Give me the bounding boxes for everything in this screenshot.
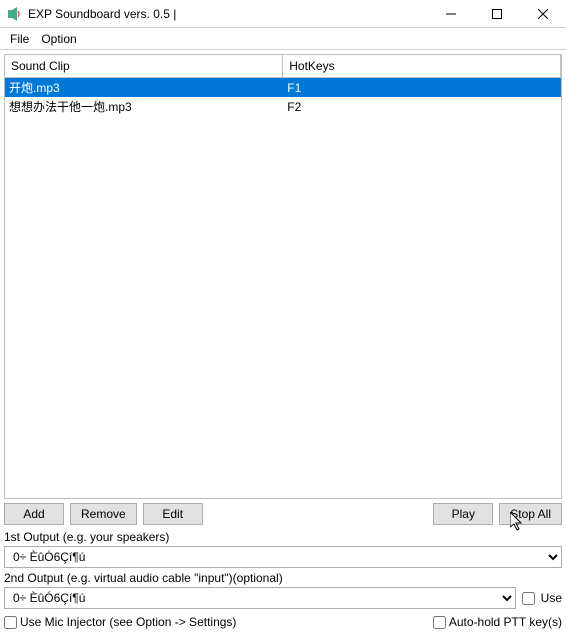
sound-table-container: Sound Clip HotKeys 开炮.mp3F1想想办法干他一炮.mp3F… xyxy=(4,54,562,499)
cell-hotkey: F1 xyxy=(283,78,561,98)
column-header-sound[interactable]: Sound Clip xyxy=(5,55,283,78)
output2-use-checkbox[interactable] xyxy=(522,592,535,605)
menu-option[interactable]: Option xyxy=(35,30,82,48)
output2-use-wrap[interactable]: Use xyxy=(522,591,562,605)
ptt-wrap[interactable]: Auto-hold PTT key(s) xyxy=(433,615,562,629)
add-button[interactable]: Add xyxy=(4,503,64,525)
table-row[interactable]: 想想办法干他一炮.mp3F2 xyxy=(5,97,561,116)
cell-sound: 想想办法干他一炮.mp3 xyxy=(5,97,283,116)
ptt-checkbox[interactable] xyxy=(433,616,446,629)
menu-file[interactable]: File xyxy=(4,30,35,48)
button-row: Add Remove Edit Play Stop All xyxy=(4,499,562,527)
ptt-label: Auto-hold PTT key(s) xyxy=(449,615,562,629)
close-button[interactable] xyxy=(520,0,566,28)
output2-select[interactable]: 0÷ ÈûÓ6Çí¶ú xyxy=(4,587,516,609)
edit-button[interactable]: Edit xyxy=(143,503,203,525)
cell-sound: 开炮.mp3 xyxy=(5,78,283,98)
titlebar: EXP Soundboard vers. 0.5 | xyxy=(0,0,566,28)
output1-select[interactable]: 0÷ ÈûÓ6Çí¶ú xyxy=(4,546,562,568)
mic-injector-checkbox[interactable] xyxy=(4,616,17,629)
output2-label: 2nd Output (e.g. virtual audio cable "in… xyxy=(4,568,562,587)
app-icon xyxy=(6,6,22,22)
minimize-button[interactable] xyxy=(428,0,474,28)
output1-label: 1st Output (e.g. your speakers) xyxy=(4,527,562,546)
stop-all-button[interactable]: Stop All xyxy=(499,503,562,525)
sound-table[interactable]: Sound Clip HotKeys 开炮.mp3F1想想办法干他一炮.mp3F… xyxy=(5,55,561,116)
mic-injector-wrap[interactable]: Use Mic Injector (see Option -> Settings… xyxy=(4,615,236,629)
table-row[interactable]: 开炮.mp3F1 xyxy=(5,78,561,98)
play-button[interactable]: Play xyxy=(433,503,493,525)
remove-button[interactable]: Remove xyxy=(70,503,137,525)
window-title: EXP Soundboard vers. 0.5 | xyxy=(28,7,428,21)
cell-hotkey: F2 xyxy=(283,97,561,116)
column-header-hotkeys[interactable]: HotKeys xyxy=(283,55,561,78)
maximize-button[interactable] xyxy=(474,0,520,28)
output2-use-label: Use xyxy=(541,591,562,605)
menubar: File Option xyxy=(0,28,566,50)
mic-injector-label: Use Mic Injector (see Option -> Settings… xyxy=(20,615,236,629)
